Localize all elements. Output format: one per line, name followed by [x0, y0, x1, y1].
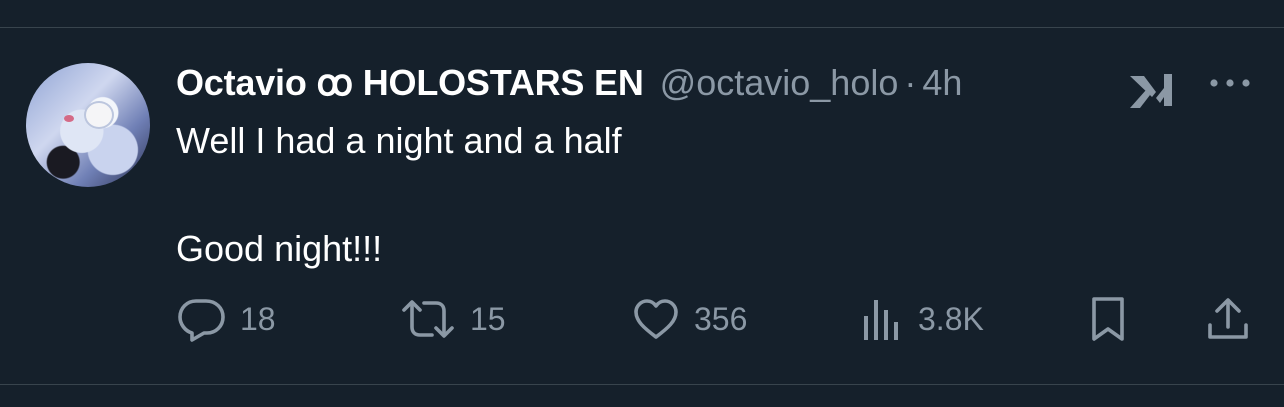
views-count: 3.8K	[918, 300, 984, 337]
like-count: 356	[694, 300, 748, 337]
share-button[interactable]	[1204, 294, 1252, 344]
heart-icon	[634, 299, 678, 339]
share-icon	[1208, 298, 1248, 339]
avatar[interactable]	[26, 63, 150, 187]
tweet-text: Well I had a night and a half Good night…	[176, 120, 622, 269]
grok-icon[interactable]	[1124, 68, 1180, 112]
like-button[interactable]: 356	[632, 294, 747, 344]
bookmark-button[interactable]	[1086, 294, 1130, 344]
user-handle[interactable]: @octavio_holo	[660, 62, 899, 104]
reply-icon	[178, 299, 225, 342]
bookmark-icon	[1092, 297, 1124, 341]
separator-dot: ·	[904, 62, 917, 103]
retweet-button[interactable]: 15	[400, 294, 506, 344]
reply-count: 18	[240, 300, 276, 337]
retweet-icon	[402, 300, 454, 338]
views-button[interactable]: 3.8K	[860, 294, 984, 344]
display-name[interactable]: Octavio ꝏ HOLOSTARS EN	[176, 62, 644, 104]
timestamp[interactable]: 4h	[922, 62, 962, 104]
retweet-count: 15	[470, 300, 506, 337]
top-divider	[0, 27, 1284, 28]
avatar-eyepatch	[84, 101, 114, 129]
action-bar: 18 15 356 3.8K	[0, 294, 1284, 344]
more-icon[interactable]	[1206, 68, 1254, 98]
avatar-eye	[64, 115, 74, 122]
bottom-divider	[0, 384, 1284, 385]
reply-button[interactable]: 18	[176, 294, 276, 344]
views-icon	[864, 300, 898, 340]
tweet-header: Octavio ꝏ HOLOSTARS EN @octavio_holo · 4…	[176, 60, 962, 106]
